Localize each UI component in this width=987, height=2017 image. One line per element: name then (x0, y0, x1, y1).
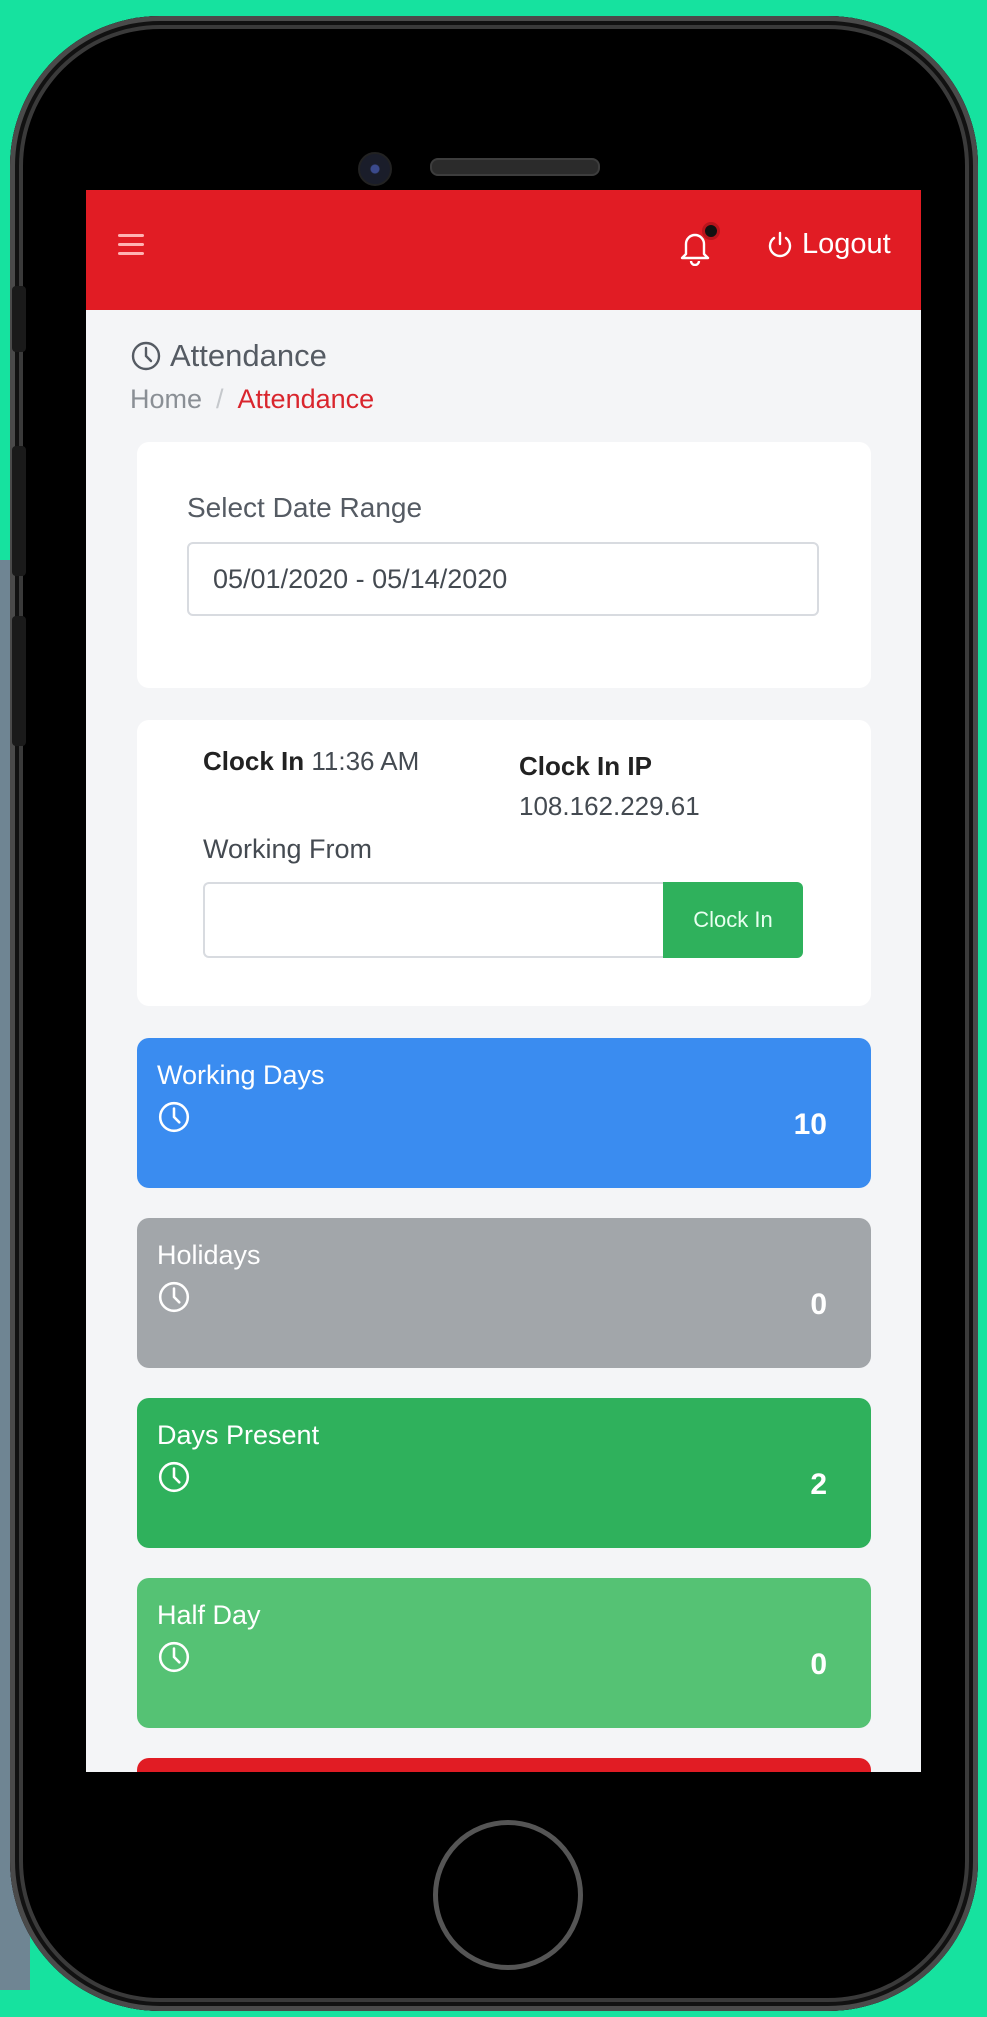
date-range-card: Select Date Range 05/01/2020 - 05/14/202… (137, 442, 871, 688)
stat-label: Days Present (157, 1420, 320, 1450)
page-title-text: Attendance (170, 338, 327, 373)
volume-up-button (12, 446, 26, 576)
clock-in-card: Clock In 11:36 AM Clock In IP 108.162.22… (137, 720, 871, 1006)
date-range-input[interactable]: 05/01/2020 - 05/14/2020 (187, 542, 819, 616)
logout-button[interactable]: Logout (766, 228, 891, 261)
home-button[interactable] (433, 1820, 583, 1970)
stat-card-half-day: Half Day 0 (137, 1578, 871, 1728)
date-range-label: Select Date Range (187, 492, 423, 523)
breadcrumb: Home / Attendance (130, 384, 374, 415)
logout-label: Logout (802, 228, 891, 260)
breadcrumb-separator: / (216, 384, 224, 414)
stat-card-days-present: Days Present 2 (137, 1398, 871, 1548)
working-from-label: Working From (203, 834, 373, 864)
breadcrumb-home[interactable]: Home (130, 384, 202, 414)
front-camera (358, 152, 392, 186)
clock-in-time: 11:36 AM (311, 746, 420, 776)
earpiece-speaker (430, 158, 600, 176)
clock-in-ip-label: Clock In IP (519, 751, 652, 781)
clock-in-ip-block: Clock In IP 108.162.229.61 (519, 746, 700, 826)
clock-in-label: Clock In (203, 746, 305, 776)
stat-label: Holidays (157, 1240, 261, 1270)
menu-icon[interactable] (118, 234, 144, 256)
stat-value: 10 (793, 1108, 827, 1141)
clock-icon (131, 341, 161, 371)
clock-in-button[interactable]: Clock In (663, 882, 803, 958)
clock-icon (158, 1101, 190, 1133)
clock-in-time-row: Clock In 11:36 AM (203, 746, 419, 777)
stat-card-holidays: Holidays 0 (137, 1218, 871, 1368)
top-navbar: Logout (86, 190, 921, 310)
clock-icon (158, 1281, 190, 1313)
stat-value: 0 (810, 1288, 827, 1321)
volume-down-button (12, 616, 26, 746)
page-title: Attendance (130, 338, 374, 374)
stat-card-partial (137, 1758, 871, 1772)
clock-icon (158, 1461, 190, 1493)
stat-label: Working Days (157, 1060, 325, 1090)
stat-label: Half Day (157, 1600, 261, 1630)
mute-switch (12, 286, 26, 352)
stat-card-working-days: Working Days 10 (137, 1038, 871, 1188)
clock-in-ip-value: 108.162.229.61 (519, 791, 700, 821)
power-icon (768, 231, 792, 257)
notification-dot (702, 222, 720, 240)
page-header: Attendance Home / Attendance (130, 338, 374, 415)
breadcrumb-current: Attendance (237, 384, 375, 414)
app-screen: Logout Attendance Home / Attendance Select… (86, 190, 921, 1772)
stat-value: 2 (810, 1468, 827, 1501)
stat-value: 0 (810, 1648, 827, 1681)
clock-icon (158, 1641, 190, 1673)
working-from-input[interactable] (203, 882, 663, 958)
